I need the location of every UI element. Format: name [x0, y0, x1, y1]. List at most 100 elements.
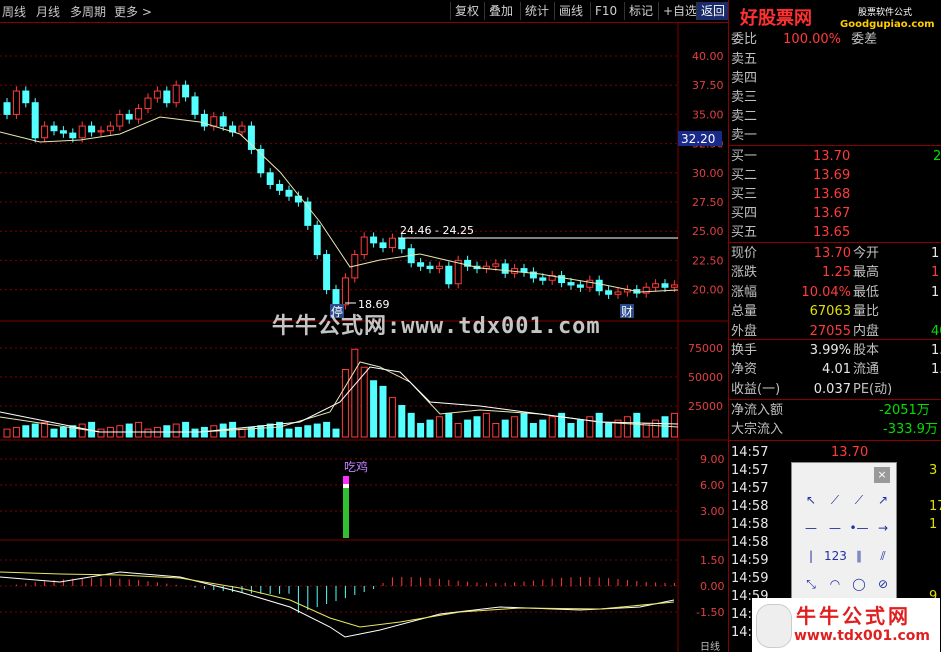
tab-more[interactable]: 更多 >	[114, 3, 152, 20]
stats-button[interactable]: 统计	[520, 2, 553, 20]
candle-body	[276, 183, 284, 191]
back-button[interactable]: 返回	[696, 2, 730, 20]
mark-button[interactable]: 标记	[624, 2, 657, 20]
tab-multi-period[interactable]: 多周期	[70, 3, 106, 20]
signal-tick: 9.00	[700, 453, 725, 466]
volume-tick: 50000	[688, 371, 723, 384]
candle-body	[576, 284, 584, 288]
candle-body	[332, 289, 340, 306]
signal-bar-mid	[343, 484, 349, 488]
candle-body	[370, 236, 378, 244]
volume-bar	[323, 421, 331, 438]
arc-icon[interactable]: ◠	[824, 575, 846, 593]
count-icon[interactable]: 123	[824, 547, 847, 565]
candle-body	[210, 116, 218, 127]
circle-icon[interactable]: ◯	[848, 575, 870, 593]
watermark: 牛牛公式网:www.tdx001.com	[272, 314, 601, 339]
volume-bar	[78, 423, 86, 438]
candle-body	[285, 189, 293, 197]
range-label: 24.46 - 24.25	[400, 224, 474, 237]
overlay-button[interactable]: 叠加	[484, 2, 517, 20]
parallel-icon[interactable]: ∥	[848, 547, 870, 565]
candle-body	[135, 108, 143, 120]
candle-body	[614, 291, 622, 295]
volume-bar	[182, 421, 190, 438]
volume-bar	[633, 412, 641, 438]
volume-bar	[567, 423, 575, 438]
volume-bar	[31, 423, 39, 438]
divider	[729, 339, 941, 340]
volume-bar	[576, 419, 584, 438]
price-tick: 27.50	[692, 196, 724, 209]
line-icon[interactable]: ⟋	[824, 491, 846, 509]
candle-body	[50, 125, 58, 132]
candle-body	[417, 262, 425, 267]
candle-body	[586, 279, 594, 288]
current-price-tag: 32.20	[681, 132, 715, 146]
candle-body	[341, 277, 349, 306]
volume-bar	[116, 425, 124, 438]
macd-tick: 0.00	[700, 580, 725, 593]
pointer-icon[interactable]: ↖	[800, 491, 822, 509]
chart-toolbar: 周线 月线 多周期 更多 > 复权 叠加 统计 画线 F10 标记 +自选 返回	[0, 0, 730, 23]
vline-icon[interactable]: |	[800, 547, 822, 565]
sell-4: 卖四	[731, 71, 758, 86]
hline-icon[interactable]: —	[824, 519, 846, 537]
volume-bar	[529, 423, 537, 438]
volume-bar	[623, 416, 631, 438]
volume-bar	[41, 421, 49, 438]
volume-bar	[445, 412, 453, 438]
tab-weekly[interactable]: 周线	[2, 3, 26, 20]
quote-stat-row: 外盘27055内盘40	[731, 323, 941, 339]
volume-bar	[144, 428, 152, 438]
volume-axis: 75000 50000 25000	[688, 342, 723, 413]
arrow-icon[interactable]: ↗	[872, 491, 894, 509]
candle-body	[191, 96, 199, 115]
candle-body	[360, 236, 368, 256]
candle-body	[595, 279, 603, 292]
quote-stat-row: 涨幅 10.04% 最低 1	[731, 284, 940, 300]
f10-button[interactable]: F10	[590, 2, 621, 20]
channel-icon[interactable]: ⫽	[872, 547, 894, 565]
segment-icon[interactable]: —	[800, 519, 822, 537]
price-tick: 37.50	[692, 79, 724, 92]
candle-body	[116, 113, 124, 127]
candle-body	[266, 172, 274, 185]
candle-body	[520, 268, 528, 273]
candle-body	[388, 237, 396, 249]
candle-body	[106, 125, 114, 132]
buy-2: 买二 13.69	[731, 168, 851, 183]
add-watchlist-button[interactable]: +自选	[658, 2, 701, 20]
candle-body	[144, 97, 152, 110]
volume-bar	[59, 426, 67, 438]
volume-bar	[257, 425, 265, 438]
dot-line-icon[interactable]: •—	[848, 519, 870, 537]
volume-bar	[388, 397, 396, 438]
cai-badge: 财	[621, 305, 633, 319]
volume-bar	[652, 419, 660, 438]
hray-icon[interactable]: →	[872, 519, 894, 537]
volume-bar	[285, 428, 293, 438]
candle-body	[182, 84, 190, 98]
ellipse-icon[interactable]: ⊘	[872, 575, 894, 593]
volume-bar	[539, 419, 547, 438]
divider	[729, 399, 941, 400]
tab-monthly[interactable]: 月线	[36, 3, 60, 20]
volume-bar	[125, 423, 133, 438]
macd-histogram	[15, 577, 675, 613]
fuquan-button[interactable]: 复权	[450, 2, 483, 20]
price-axis: 40.0037.5035.0032.5030.0027.5025.0022.50…	[692, 50, 724, 297]
fib-icon[interactable]: ⤡	[800, 575, 822, 593]
close-icon[interactable]: ×	[874, 467, 890, 483]
draw-line-button[interactable]: 画线	[554, 2, 587, 20]
candle-body	[492, 263, 500, 267]
volume-bar	[501, 419, 509, 438]
volume-bar	[191, 428, 199, 438]
bottom-axis-mark: 日线	[700, 640, 720, 652]
sell-2: 卖二	[731, 109, 758, 124]
candle-body	[605, 290, 613, 295]
volume-bar	[464, 419, 472, 438]
divider	[729, 440, 941, 441]
volume-bar	[407, 412, 415, 438]
ray-icon[interactable]: ⟋	[848, 491, 870, 509]
